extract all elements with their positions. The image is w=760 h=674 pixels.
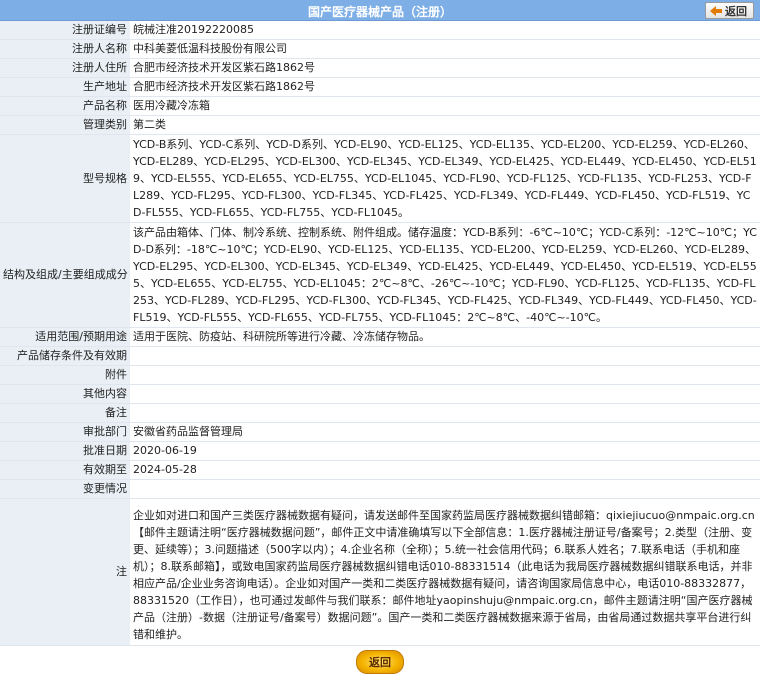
row-value: 2024-05-28 [130,460,760,480]
row-value: 安徽省药品监督管理局 [130,422,760,442]
table-row: 附件 [0,365,760,385]
row-value [130,479,760,499]
table-row: 注册证编号 皖械注准20192220085 [0,21,760,40]
page: 国产医疗器械产品（注册） 返回 注册证编号 皖械注准20192220085 注册人名… [0,0,760,674]
arrow-left-icon [710,5,722,16]
row-label: 适用范围/预期用途 [0,327,130,347]
back-button-top-label: 返回 [725,4,747,18]
detail-table: 注册证编号 皖械注准20192220085 注册人名称 中科美菱低温科技股份有限公司注… [0,21,760,646]
row-label: 生产地址 [0,77,130,97]
table-row: 型号规格 YCD-B系列、YCD-C系列、YCD-D系列、YCD-EL90、YCD… [0,134,760,223]
row-value: 适用于医院、防疫站、科研院所等进行冷藏、冷冻储存物品。 [130,327,760,347]
row-label: 结构及组成/主要组成成分 [0,222,130,328]
row-value: 合肥市经济技术开发区紫石路1862号 [130,77,760,97]
row-label: 变更情况 [0,479,130,499]
row-value [130,403,760,423]
title-bar: 国产医疗器械产品（注册） 返回 [0,0,760,21]
row-value [130,346,760,366]
note-row: 注企业如对进口和国产三类医疗器械数据有疑问，请发送邮件至国家药监局医疗器械数据纠… [0,498,760,646]
page-title: 国产医疗器械产品（注册） [307,5,452,19]
row-value [130,384,760,404]
row-label: 注册人名称 [0,39,130,59]
row-value: 中科美菱低温科技股份有限公司 [130,39,760,59]
row-value: YCD-B系列、YCD-C系列、YCD-D系列、YCD-EL90、YCD-EL1… [130,134,760,223]
note-label: 注 [0,498,130,646]
row-value: 该产品由箱体、门体、制冷系统、控制系统、附件组成。储存温度：YCD-B系列：-6… [130,222,760,328]
table-row: 管理类别 第二类 [0,115,760,135]
table-row: 注册人住所 合肥市经济技术开发区紫石路1862号 [0,58,760,78]
table-row: 批准日期 2020-06-19 [0,441,760,461]
row-label: 注册人住所 [0,58,130,78]
back-button-top[interactable]: 返回 [705,2,754,19]
row-value: 第二类 [130,115,760,135]
table-row: 有效期至 2024-05-28 [0,460,760,480]
row-label: 有效期至 [0,460,130,480]
table-row: 备注 [0,403,760,423]
row-label: 产品储存条件及有效期 [0,346,130,366]
row-label: 管理类别 [0,115,130,135]
row-value: 皖械注准20192220085 [130,21,760,40]
back-button-bottom[interactable]: 返回 [356,650,404,674]
table-row: 其他内容 [0,384,760,404]
table-row: 适用范围/预期用途 适用于医院、防疫站、科研院所等进行冷藏、冷冻储存物品。 [0,327,760,347]
table-row: 注册人名称 中科美菱低温科技股份有限公司 [0,39,760,59]
row-label: 批准日期 [0,441,130,461]
row-label: 注册证编号 [0,21,130,40]
row-label: 产品名称 [0,96,130,116]
table-row: 产品储存条件及有效期 [0,346,760,366]
row-label: 附件 [0,365,130,385]
row-value: 医用冷藏冷冻箱 [130,96,760,116]
row-label: 备注 [0,403,130,423]
table-row: 审批部门 安徽省药品监督管理局 [0,422,760,442]
row-value: 2020-06-19 [130,441,760,461]
row-value: 合肥市经济技术开发区紫石路1862号 [130,58,760,78]
footer: 返回 [0,650,760,674]
table-row: 生产地址 合肥市经济技术开发区紫石路1862号 [0,77,760,97]
table-row: 结构及组成/主要组成成分 该产品由箱体、门体、制冷系统、控制系统、附件组成。储存温… [0,222,760,328]
row-label: 型号规格 [0,134,130,223]
row-label: 审批部门 [0,422,130,442]
table-row: 产品名称 医用冷藏冷冻箱 [0,96,760,116]
table-row: 变更情况 [0,479,760,499]
note-text: 企业如对进口和国产三类医疗器械数据有疑问，请发送邮件至国家药监局医疗器械数据纠错… [130,498,760,646]
row-value [130,365,760,385]
row-label: 其他内容 [0,384,130,404]
